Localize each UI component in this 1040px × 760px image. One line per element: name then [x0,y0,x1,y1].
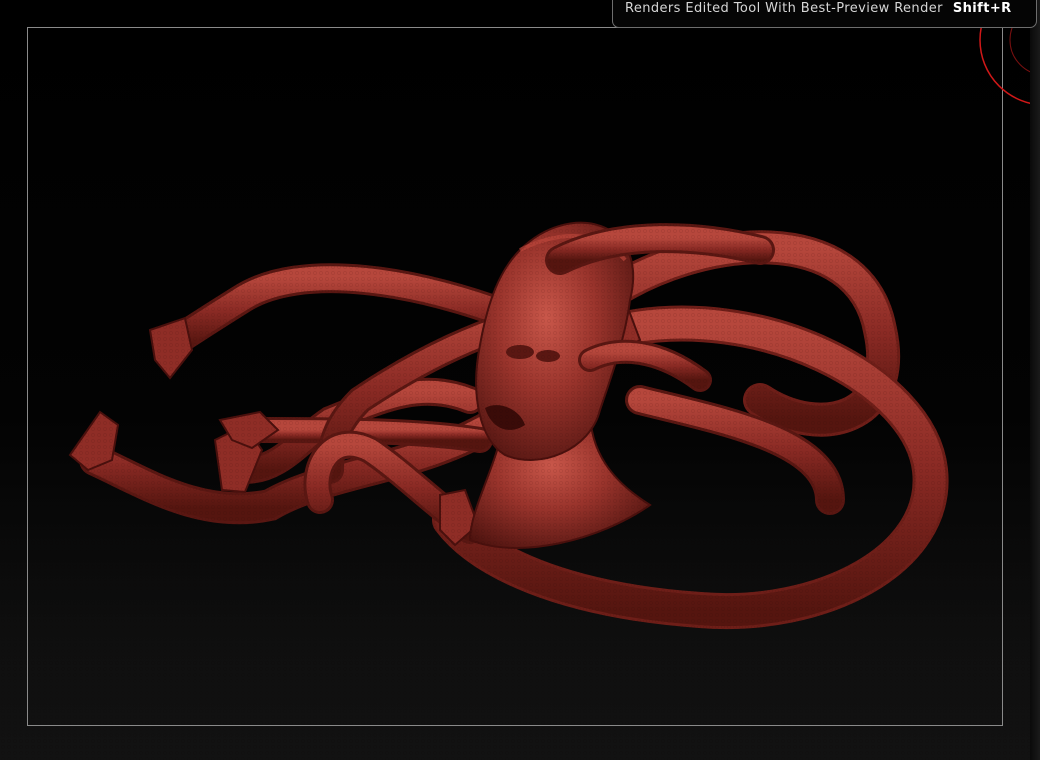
right-panel-edge [1030,0,1040,760]
document-frame [27,27,1003,726]
canvas-viewport[interactable]: Renders Edited Tool With Best-Preview Re… [0,0,1040,760]
tooltip: Renders Edited Tool With Best-Preview Re… [612,0,1037,28]
tooltip-description: Renders Edited Tool With Best-Preview Re… [625,1,943,16]
tooltip-shortcut: Shift+R [952,1,1012,16]
